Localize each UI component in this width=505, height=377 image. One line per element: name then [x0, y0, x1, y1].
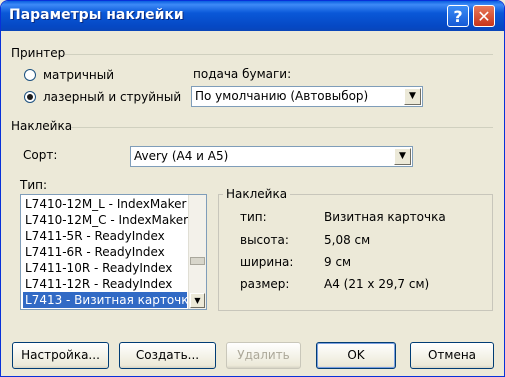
dialog-window: Параметры наклейки ? ✕ Принтер матричный… — [0, 0, 505, 377]
info-size-value: A4 (21 x 29,7 см) — [324, 277, 430, 291]
list-item[interactable]: L7411-6R - ReadyIndex — [23, 244, 165, 260]
ok-button[interactable]: OK — [316, 342, 396, 369]
paper-feed-select[interactable]: По умолчанию (Автовыбор) ▼ — [191, 86, 423, 107]
list-item[interactable]: L7411-12R - ReadyIndex — [23, 276, 172, 292]
list-item[interactable]: L7411-10R - ReadyIndex — [23, 260, 172, 276]
type-label: Тип: — [20, 178, 48, 192]
info-height-label: высота: — [240, 233, 289, 247]
list-item[interactable]: L7410-12M_C - IndexMaker — [23, 212, 188, 228]
create-button[interactable]: Создать... — [119, 342, 216, 369]
list-item-selected[interactable]: L7413 - Визитная карточка — [23, 292, 196, 308]
help-button[interactable]: ? — [447, 5, 469, 27]
sort-label: Сорт: — [23, 148, 58, 162]
chevron-down-icon[interactable]: ▼ — [394, 148, 411, 165]
info-size-label: размер: — [240, 277, 290, 291]
label-group-label: Наклейка — [11, 119, 73, 133]
radio-laser[interactable] — [24, 91, 36, 103]
close-button[interactable]: ✕ — [473, 5, 495, 27]
info-panel-title: Наклейка — [223, 187, 291, 201]
chevron-down-icon[interactable]: ▼ — [404, 88, 421, 105]
sort-value: Avery (A4 и A5) — [134, 149, 229, 163]
settings-button[interactable]: Настройка... — [12, 342, 109, 369]
scrollbar-thumb[interactable] — [190, 257, 205, 265]
info-type-value: Визитная карточка — [324, 210, 446, 224]
title-bar: Параметры наклейки ? ✕ — [1, 1, 504, 31]
radio-matrix[interactable] — [24, 69, 36, 81]
label-divider — [71, 127, 493, 128]
printer-group-label: Принтер — [11, 46, 66, 60]
radio-matrix-label[interactable]: матричный — [43, 68, 114, 82]
list-item[interactable]: L7410-12M_L - IndexMaker L — [23, 196, 197, 212]
printer-divider — [65, 54, 493, 55]
radio-laser-label[interactable]: лазерный и струйный — [43, 90, 181, 104]
cancel-button[interactable]: Отмена — [410, 342, 494, 369]
info-height-value: 5,08 см — [324, 233, 371, 247]
list-item[interactable]: L7411-5R - ReadyIndex — [23, 228, 165, 244]
paper-feed-value: По умолчанию (Автовыбор) — [195, 89, 369, 103]
window-title: Параметры наклейки — [9, 7, 184, 23]
help-icon: ? — [453, 7, 463, 26]
info-type-label: тип: — [240, 210, 267, 224]
type-listbox[interactable]: L7410-12M_L - IndexMaker L L7410-12M_C -… — [20, 194, 207, 310]
paper-feed-label: подача бумаги: — [193, 67, 292, 81]
sort-select[interactable]: Avery (A4 и A5) ▼ — [130, 146, 413, 167]
close-icon: ✕ — [477, 7, 491, 26]
scroll-down-icon[interactable]: ▼ — [190, 293, 205, 308]
delete-button[interactable]: Удалить — [226, 342, 301, 369]
info-width-value: 9 см — [324, 255, 352, 269]
list-scrollbar[interactable]: ▼ — [188, 195, 206, 309]
info-width-label: ширина: — [240, 255, 294, 269]
